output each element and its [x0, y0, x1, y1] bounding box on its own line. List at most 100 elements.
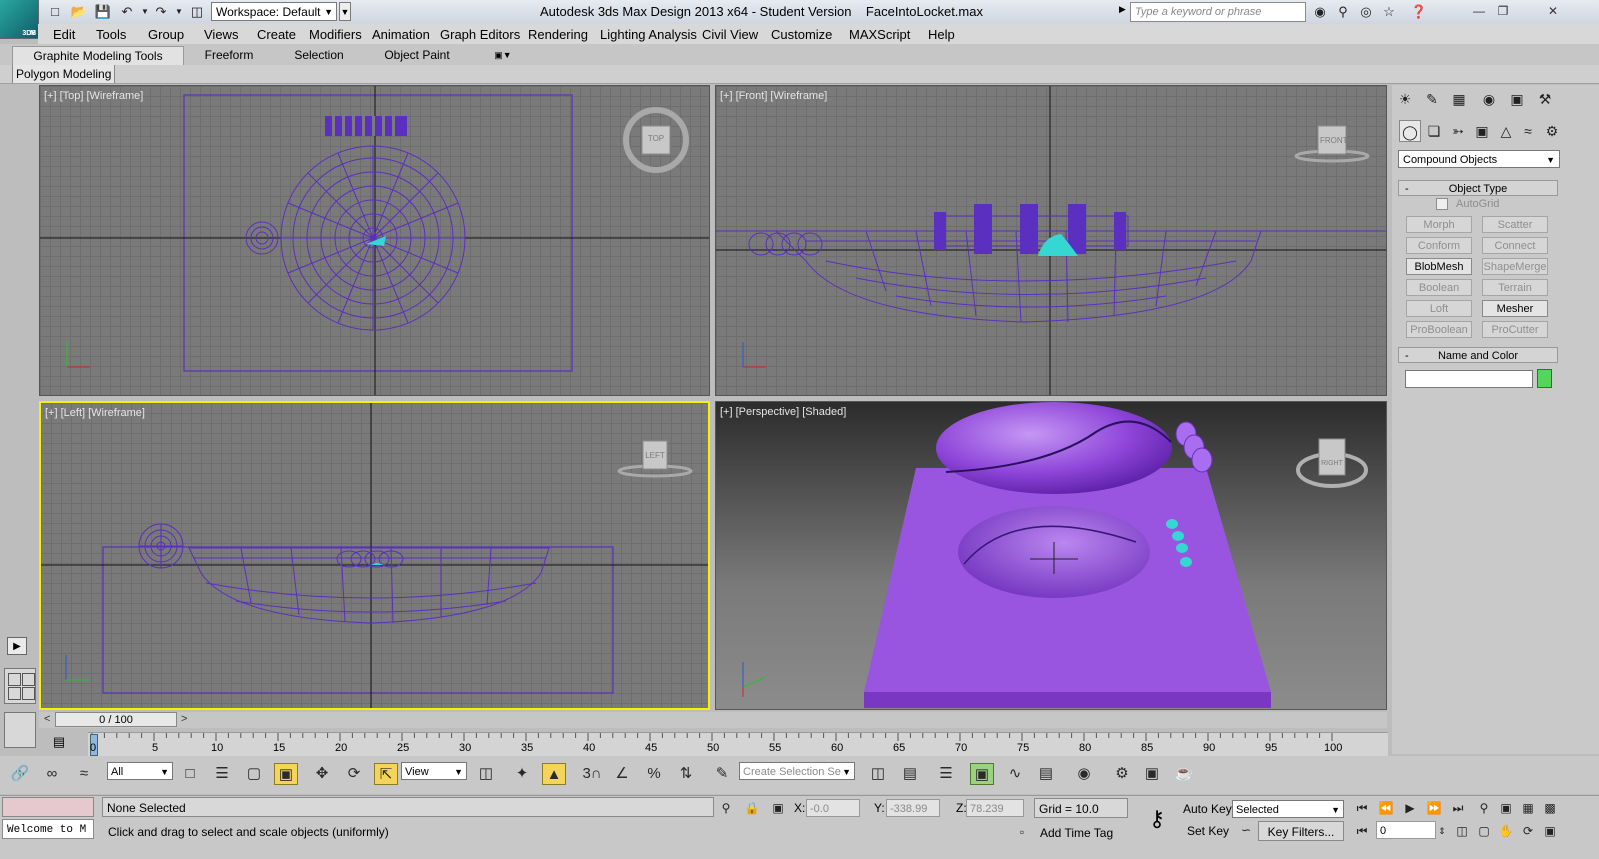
manipulate-icon[interactable]: ✦ — [510, 763, 534, 785]
time-slider-handle[interactable]: 0 / 100 — [55, 712, 177, 727]
field-of-view-icon[interactable]: ◫ — [1452, 822, 1472, 840]
menu-modifiers[interactable]: Modifiers — [309, 27, 362, 42]
project-folder-icon[interactable]: ◫ — [188, 3, 206, 21]
object-name-input[interactable] — [1405, 370, 1533, 388]
morph-button[interactable]: Morph — [1406, 216, 1472, 233]
zoom-icon[interactable]: ⚲ — [1474, 799, 1494, 817]
redo-icon[interactable]: ↷ — [152, 3, 170, 21]
utilities-tab-icon[interactable]: ⚒ — [1534, 88, 1556, 110]
help-icon[interactable]: ❓ — [1410, 3, 1428, 21]
time-slider-prev[interactable]: < — [44, 713, 50, 725]
search-input[interactable]: Type a keyword or phrase — [1130, 2, 1306, 22]
graphite-toggle-icon[interactable]: ▣ — [970, 763, 994, 785]
quick-access-dropdown[interactable]: ▼ — [339, 2, 351, 21]
menu-group[interactable]: Group — [148, 27, 184, 42]
select-object-icon[interactable]: □ — [178, 763, 202, 785]
select-and-link-icon[interactable]: 🔗 — [8, 763, 32, 785]
systems-icon[interactable]: ⚙ — [1541, 120, 1563, 142]
menu-edit[interactable]: Edit — [53, 27, 75, 42]
select-by-name-icon[interactable]: ☰ — [210, 763, 234, 785]
object-type-rollout[interactable]: - Object Type — [1398, 180, 1558, 196]
absolute-mode-icon[interactable]: ▣ — [768, 799, 788, 817]
communication-icon[interactable]: ◎ — [1357, 3, 1375, 21]
scatter-button[interactable]: Scatter — [1482, 216, 1548, 233]
cameras-icon[interactable]: ▣ — [1471, 120, 1493, 142]
save-file-icon[interactable]: 💾 — [94, 3, 112, 21]
set-key-icon[interactable]: ⚷ — [1140, 806, 1174, 836]
object-category-dropdown[interactable]: Compound Objects ▼ — [1398, 150, 1560, 168]
select-and-rotate-icon[interactable]: ⟳ — [342, 763, 366, 785]
maxscript-mini-listener-top[interactable] — [2, 797, 94, 817]
menu-views[interactable]: Views — [204, 27, 238, 42]
ribbon-tab-graphite[interactable]: Graphite Modeling Tools — [12, 46, 184, 65]
reference-coord-dropdown[interactable]: View ▼ — [401, 762, 467, 780]
current-frame-input[interactable]: 0 — [1376, 821, 1436, 839]
hierarchy-tab-icon[interactable]: ▦ — [1448, 88, 1470, 110]
key-mode-toggle-icon[interactable]: ⏮ — [1352, 822, 1372, 840]
zoom-extents-icon[interactable]: ▦ — [1518, 799, 1538, 817]
viewport-perspective[interactable]: [+] [Perspective] [Shaded] RIGHT — [715, 401, 1387, 710]
viewcube-top[interactable]: TOP — [646, 134, 666, 143]
previous-frame-icon[interactable]: ⏪ — [1376, 799, 1396, 817]
add-time-tag[interactable]: Add Time Tag — [1040, 826, 1113, 840]
viewport-top[interactable]: [+] [Top] [Wireframe] TOP — [39, 85, 710, 396]
schematic-view-icon[interactable]: ▤ — [1034, 763, 1058, 785]
spinner-snap-icon[interactable]: ⇅ — [674, 763, 698, 785]
menu-graph-editors[interactable]: Graph Editors — [440, 27, 520, 42]
favorites-star-icon[interactable]: ☆ — [1380, 3, 1398, 21]
rectangular-selection-icon[interactable]: ▢ — [242, 763, 266, 785]
geometry-icon[interactable]: ◯ — [1399, 120, 1421, 142]
viewport-front[interactable]: [+] [Front] [Wireframe] FRONT — [715, 85, 1387, 396]
menu-maxscript[interactable]: MAXScript — [849, 27, 910, 42]
go-to-start-icon[interactable]: ⏮ — [1352, 799, 1372, 817]
go-to-end-icon[interactable]: ⏭ — [1448, 799, 1468, 817]
viewport-left-label[interactable]: [+] [Left] [Wireframe] — [45, 407, 145, 419]
expand-play-icon[interactable]: ▶ — [7, 637, 27, 655]
time-slider[interactable] — [39, 712, 1387, 728]
zoom-extents-all-icon[interactable]: ▩ — [1540, 799, 1560, 817]
bind-to-space-warp-icon[interactable]: ≈ — [72, 763, 96, 785]
edit-named-selection-icon[interactable]: ✎ — [710, 763, 734, 785]
time-slider-next[interactable]: > — [181, 713, 187, 725]
redo-dropdown-icon[interactable]: ▼ — [170, 3, 188, 21]
play-icon[interactable]: ▶ — [1400, 799, 1420, 817]
time-tag-icon[interactable]: ▫ — [1012, 823, 1032, 841]
lights-icon[interactable]: ➳ — [1447, 120, 1469, 142]
boolean-button[interactable]: Boolean — [1406, 279, 1472, 296]
autogrid-box[interactable] — [1436, 198, 1448, 211]
restore-window-icon[interactable]: ❐ — [1492, 2, 1514, 20]
key-filters-button[interactable]: Key Filters... — [1258, 821, 1344, 841]
polygon-modeling-panel[interactable]: Polygon Modeling — [12, 65, 116, 83]
pan-view-icon[interactable]: ✋ — [1496, 822, 1516, 840]
maxscript-mini-listener[interactable]: Welcome to M — [2, 819, 94, 839]
shapemerge-button[interactable]: ShapeMerge — [1482, 258, 1548, 275]
mini-curve-editor-icon[interactable]: ▤ — [48, 734, 70, 754]
binoculars-icon[interactable]: ◉ — [1311, 3, 1329, 21]
render-setup-icon[interactable]: ⚙ — [1110, 763, 1134, 785]
viewcube-front[interactable]: FRONT — [1320, 136, 1348, 145]
selection-lock-icon[interactable]: 🔒 — [742, 799, 762, 817]
named-selection-dropdown[interactable]: Create Selection Se ▼ — [739, 762, 855, 780]
set-key-button[interactable]: Set Key — [1187, 824, 1229, 838]
percent-snap-icon[interactable]: % — [642, 763, 666, 785]
viewcube-left[interactable]: LEFT — [643, 451, 667, 460]
subscription-icon[interactable]: ⚲ — [1334, 3, 1352, 21]
space-warps-icon[interactable]: ≈ — [1517, 120, 1539, 142]
motion-tab-icon[interactable]: ◉ — [1478, 88, 1500, 110]
ribbon-tab-freeform[interactable]: Freeform — [192, 46, 266, 64]
object-color-swatch[interactable] — [1537, 369, 1552, 388]
close-window-icon[interactable]: ✕ — [1518, 2, 1588, 20]
curve-editor-icon[interactable]: ∿ — [1003, 763, 1027, 785]
z-coordinate-input[interactable]: 78.239 — [966, 799, 1024, 817]
create-tab-icon[interactable]: ☀ — [1394, 88, 1416, 110]
viewport-layout-icon[interactable] — [4, 668, 36, 704]
blobmesh-button[interactable]: BlobMesh — [1406, 258, 1472, 275]
viewport-left[interactable]: [+] [Left] [Wireframe] LEFT — [39, 401, 710, 710]
default-in-out-tangents-icon[interactable]: ∽ — [1236, 821, 1256, 839]
orbit-icon[interactable]: ⟳ — [1518, 822, 1538, 840]
name-color-rollout[interactable]: - Name and Color — [1398, 347, 1558, 363]
conform-button[interactable]: Conform — [1406, 237, 1472, 254]
material-editor-icon[interactable]: ◉ — [1072, 763, 1096, 785]
auto-key-button[interactable]: Auto Key — [1183, 802, 1232, 816]
menu-civil-view[interactable]: Civil View — [702, 27, 758, 42]
